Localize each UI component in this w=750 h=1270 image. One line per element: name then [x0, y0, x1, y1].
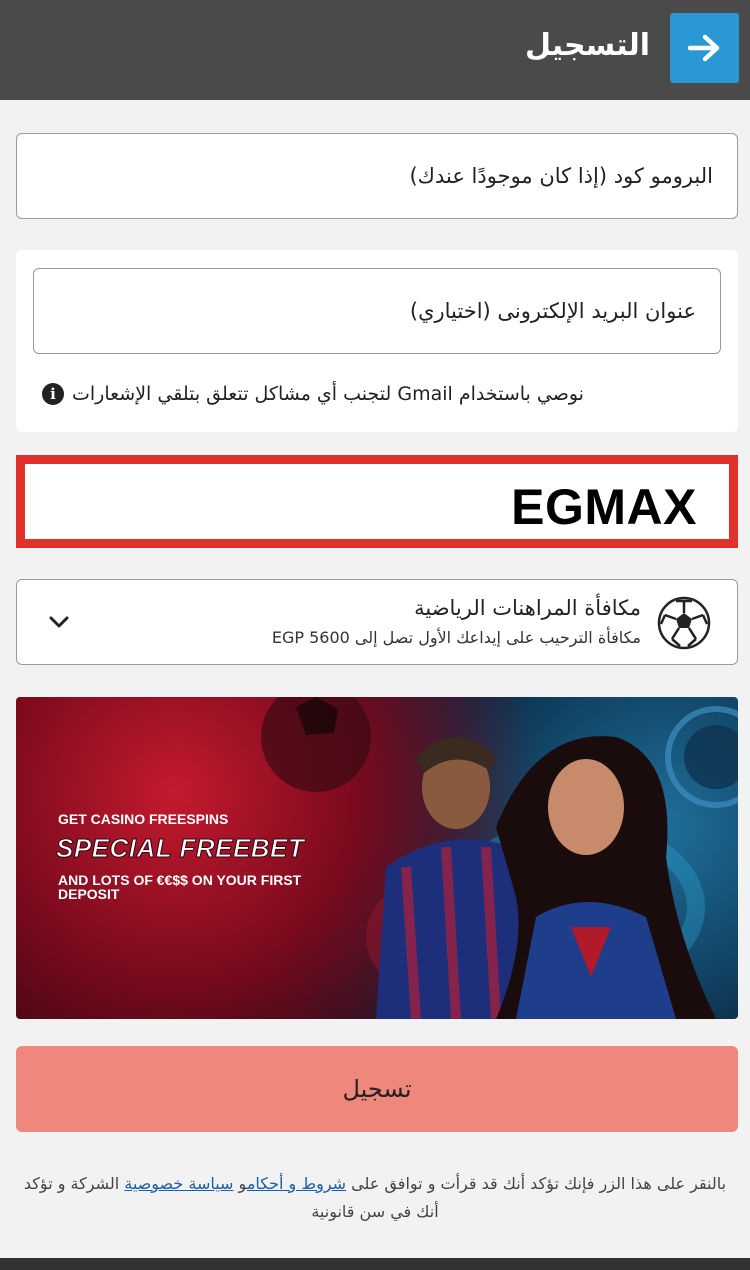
promo-code-placeholder: البرومو كود (إذا كان موجودًا عندك): [409, 164, 713, 188]
bonus-subtitle: مكافأة الترحيب على إيداعك الأول تصل إلى …: [271, 628, 641, 647]
page-title: التسجيل: [525, 28, 650, 63]
back-button[interactable]: [670, 13, 739, 83]
email-hint: i نوصي باستخدام Gmail لتجنب أي مشاكل تتع…: [42, 383, 722, 405]
promo-code-input[interactable]: البرومو كود (إذا كان موجودًا عندك): [16, 133, 738, 219]
email-placeholder: عنوان البريد الإلكترونى (اختياري): [409, 299, 696, 323]
info-icon: i: [42, 383, 64, 405]
terms-link[interactable]: شروط و أحكام: [247, 1174, 346, 1193]
email-card: عنوان البريد الإلكترونى (اختياري) i نوصي…: [16, 250, 738, 432]
privacy-link[interactable]: سياسة خصوصية: [124, 1174, 233, 1193]
email-hint-text: نوصي باستخدام Gmail لتجنب أي مشاكل تتعلق…: [72, 383, 584, 405]
email-input[interactable]: عنوان البريد الإلكترونى (اختياري): [33, 268, 721, 354]
legal-text: بالنقر على هذا الزر فإنك تؤكد أنك قد قرأ…: [12, 1170, 738, 1226]
banner-line1: GET CASINO FREESPINS: [58, 811, 229, 827]
register-button[interactable]: تسجيل: [16, 1046, 738, 1132]
footer-strip: [0, 1258, 750, 1270]
promo-code-value: EGMAX: [511, 479, 697, 535]
banner-line3: AND LOTS OF €€$$ ON YOUR FIRST DEPOSIT: [58, 872, 302, 902]
legal-prefix: بالنقر على هذا الزر فإنك تؤكد أنك قد قرأ…: [346, 1174, 727, 1193]
bonus-selector[interactable]: مكافأة المراهنات الرياضية مكافأة الترحيب…: [16, 579, 738, 665]
bonus-title: مكافأة المراهنات الرياضية: [414, 596, 641, 620]
arrow-right-icon: [687, 34, 719, 62]
promo-banner[interactable]: GET CASINO FREESPINS SPECIAL FREEBET AND…: [16, 697, 738, 1019]
app-header: التسجيل: [0, 0, 750, 100]
chevron-down-icon: [49, 616, 69, 628]
soccer-ball-icon: [657, 596, 711, 650]
promo-code-highlight: EGMAX: [16, 455, 738, 548]
banner-line2: SPECIAL FREEBET: [55, 833, 305, 864]
legal-and: و: [233, 1174, 247, 1193]
